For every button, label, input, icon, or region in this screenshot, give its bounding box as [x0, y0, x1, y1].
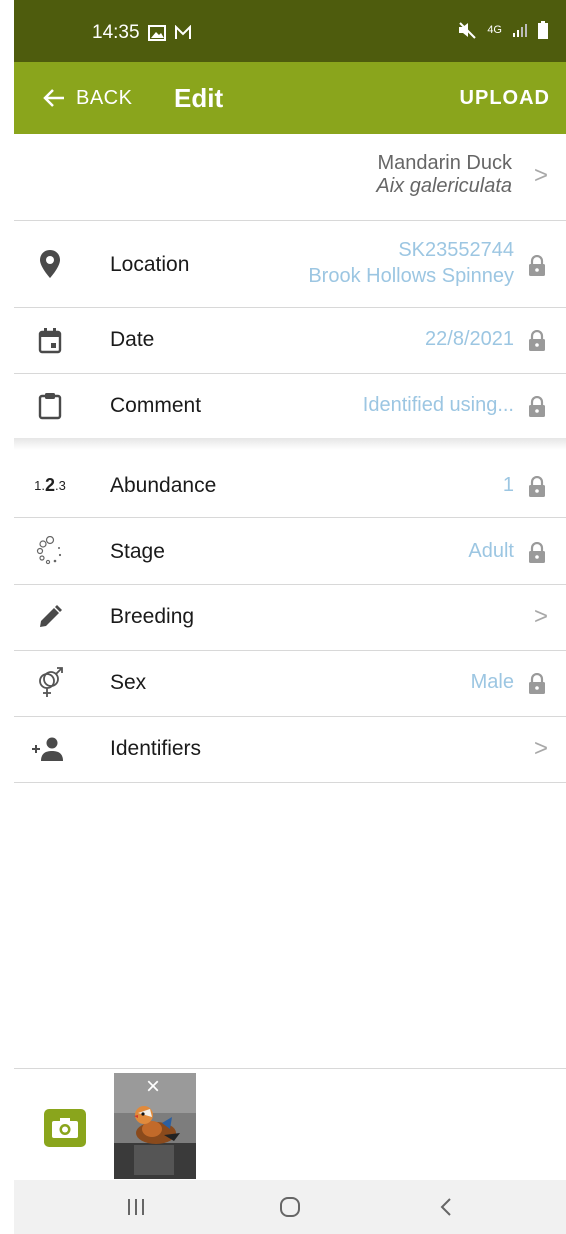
- signal-icon: [513, 24, 527, 37]
- back-label: BACK: [76, 86, 133, 109]
- species-names: Mandarin Duck Aix galericulata: [376, 152, 512, 198]
- date-value: 22/8/2021: [425, 328, 514, 350]
- page-title: Edit: [174, 82, 224, 113]
- lock-icon: [529, 476, 545, 497]
- location-grid-ref: SK23552744: [398, 239, 514, 261]
- status-bar: 14:35 4G: [14, 0, 566, 62]
- comment-row[interactable]: Comment Identified using...: [14, 374, 566, 438]
- back-nav-icon: [440, 1198, 451, 1216]
- species-common-name: Mandarin Duck: [377, 152, 512, 174]
- network-type: 4G: [487, 24, 502, 36]
- system-nav-bar: [14, 1180, 566, 1234]
- gallery-notification-icon: [147, 25, 166, 41]
- mail-notification-icon: [174, 25, 191, 39]
- lock-icon: [529, 673, 545, 694]
- breeding-label: Breeding: [110, 605, 195, 628]
- upload-button[interactable]: UPLOAD: [460, 62, 550, 134]
- location-row[interactable]: Location SK23552744 Brook Hollows Spinne…: [14, 221, 566, 308]
- gender-icon: [34, 667, 66, 699]
- stage-row[interactable]: Stage Adult: [14, 518, 566, 585]
- location-label: Location: [110, 253, 190, 276]
- sex-label: Sex: [110, 671, 147, 694]
- date-row[interactable]: Date 22/8/2021: [14, 308, 566, 374]
- clipboard-icon: [34, 392, 66, 420]
- calendar-icon: [34, 327, 66, 355]
- app-frame: 14:35 4G BACK Edit UPLOAD Mandarin Duck …: [14, 0, 566, 1234]
- home-button[interactable]: [250, 1180, 330, 1234]
- lock-icon: [529, 330, 545, 351]
- breeding-row[interactable]: Breeding >: [14, 585, 566, 651]
- lock-icon: [529, 396, 545, 417]
- location-pin-icon: [34, 248, 66, 280]
- chevron-right-icon: >: [533, 162, 548, 189]
- stage-value: Adult: [468, 540, 514, 562]
- abundance-value: 1: [502, 474, 514, 496]
- lock-icon: [529, 255, 545, 276]
- photo-thumbnail[interactable]: ×: [114, 1073, 196, 1179]
- camera-icon: [52, 1118, 78, 1138]
- chevron-right-icon: >: [533, 603, 548, 630]
- date-label: Date: [110, 328, 155, 351]
- stage-dots-icon: [34, 535, 66, 567]
- status-time: 14:35: [92, 22, 140, 43]
- remove-photo-button[interactable]: ×: [146, 1073, 160, 1101]
- identifiers-label: Identifiers: [110, 737, 202, 760]
- back-nav-button[interactable]: [406, 1180, 486, 1234]
- status-icons: 4G: [457, 20, 548, 40]
- comment-value: Identified using...: [362, 394, 514, 416]
- mute-icon: [459, 22, 477, 39]
- add-person-icon: [28, 735, 68, 763]
- identifiers-row[interactable]: Identifiers >: [14, 717, 566, 783]
- sex-value: Male: [470, 671, 514, 693]
- species-scientific-name: Aix galericulata: [376, 175, 512, 197]
- lock-icon: [529, 542, 545, 563]
- status-time-group: 14:35: [92, 22, 192, 44]
- back-button[interactable]: BACK: [42, 62, 132, 134]
- recent-apps-button[interactable]: [96, 1180, 176, 1234]
- abundance-row[interactable]: 1. 2.3 Abundance 1: [14, 452, 566, 518]
- species-row[interactable]: Mandarin Duck Aix galericulata >: [14, 134, 566, 221]
- sex-row[interactable]: Sex Male: [14, 651, 566, 717]
- camera-button[interactable]: [44, 1109, 86, 1147]
- abundance-label: Abundance: [110, 474, 217, 497]
- home-icon: [280, 1197, 300, 1217]
- photo-bar: ×: [14, 1068, 566, 1181]
- pencil-icon: [34, 603, 66, 631]
- recent-apps-icon: [128, 1199, 144, 1215]
- location-value: SK23552744 Brook Hollows Spinney: [308, 237, 514, 289]
- location-place: Brook Hollows Spinney: [308, 265, 514, 287]
- back-arrow-icon: [43, 89, 64, 107]
- section-divider: [14, 438, 566, 450]
- chevron-right-icon: >: [533, 735, 548, 762]
- abundance-icon: 1. 2.3: [34, 474, 66, 495]
- stage-label: Stage: [110, 540, 165, 563]
- app-bar: BACK Edit UPLOAD: [14, 62, 566, 134]
- battery-icon: [538, 21, 548, 39]
- comment-label: Comment: [110, 394, 202, 417]
